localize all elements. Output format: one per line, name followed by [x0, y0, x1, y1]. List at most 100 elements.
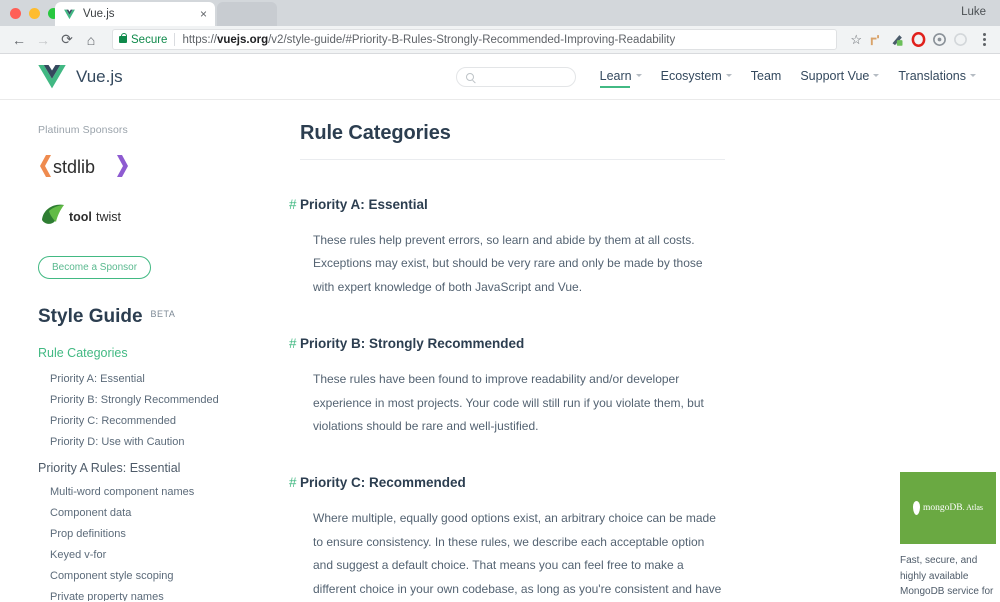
stdlib-logo: stdlib	[40, 155, 128, 177]
sidebar-item-prop-definitions[interactable]: Prop definitions	[38, 523, 240, 544]
anchor-link-icon[interactable]: #	[289, 336, 297, 351]
svg-text:tool: tool	[69, 210, 92, 224]
carbon-ad[interactable]: mongoDB. Atlas Fast, secure, and highly …	[900, 472, 1000, 601]
page-title: Rule Categories	[300, 122, 451, 144]
nav-item-label: Translations	[898, 68, 966, 83]
sidebar-item-priority-d-use-with-caution[interactable]: Priority D: Use with Caution	[38, 431, 240, 452]
nav-item-label: Team	[750, 68, 782, 83]
anchor-link-icon[interactable]: #	[289, 475, 297, 490]
site-header-right: Learn Ecosystem Team Support Vue Transla…	[455, 67, 976, 88]
url-path: /v2/style-guide/#Priority-B-Rules-Strong…	[268, 33, 676, 46]
title-divider	[300, 159, 725, 160]
site-brand-name: Vue.js	[76, 67, 123, 86]
sidebar-item-private-property-names[interactable]: Private property names	[38, 586, 240, 602]
section-heading-priority-a: # Priority A: Essential	[289, 197, 725, 212]
section-heading-label: Priority B: Strongly Recommended	[300, 336, 525, 352]
page-viewport: Vue.js Learn Ecosystem Team Support Vue …	[0, 55, 1000, 602]
browser-tab-inactive[interactable]	[217, 2, 277, 26]
security-label: Secure	[131, 33, 168, 46]
sidebar-nav: Rule Categories Priority A: Essential Pr…	[38, 346, 240, 601]
forward-button[interactable]: →	[32, 29, 54, 51]
sidebar-item-keyed-v-for[interactable]: Keyed v-for	[38, 544, 240, 565]
close-tab-button[interactable]: ×	[200, 8, 207, 20]
search-icon	[465, 73, 474, 81]
become-a-sponsor-button[interactable]: Become a Sponsor	[38, 256, 152, 279]
section-heading-label: Priority C: Recommended	[300, 475, 466, 491]
main-content: Rule Categories # Priority A: Essential T…	[260, 100, 1000, 601]
sidebar-item-multi-word-component-names[interactable]: Multi-word component names	[38, 481, 240, 502]
page-body: Platinum Sponsors stdlib tool twist Beco…	[0, 100, 1000, 601]
bookmark-star-icon[interactable]: ☆	[850, 32, 862, 48]
omnibox-divider	[174, 33, 176, 46]
article: Rule Categories # Priority A: Essential T…	[289, 122, 725, 601]
section-heading-priority-c: # Priority C: Recommended	[289, 475, 725, 491]
close-window-button[interactable]	[10, 8, 21, 19]
sidebar-guide-title: Style Guide BETA	[38, 306, 240, 328]
home-button[interactable]: ⌂	[80, 29, 102, 51]
address-bar[interactable]: Secure https://vuejs.org/v2/style-guide/…	[112, 29, 838, 50]
sidebar-item-component-data[interactable]: Component data	[38, 502, 240, 523]
tan-extension-icon[interactable]	[869, 32, 884, 47]
url-host: vuejs.org	[216, 33, 269, 46]
ad-description: Fast, secure, and highly available Mongo…	[900, 555, 994, 597]
vue-favicon	[64, 9, 75, 19]
vue-logo-icon	[38, 65, 66, 89]
sidebar-group-priority-a-rules[interactable]: Priority A Rules: Essential	[38, 461, 240, 475]
back-button[interactable]: ←	[8, 29, 30, 51]
nav-item-label: Ecosystem	[660, 68, 722, 83]
window-traffic-lights	[10, 8, 59, 19]
ad-product: . Atlas	[962, 503, 984, 512]
ad-brand: mongoDB	[922, 503, 963, 513]
section-heading-label: Priority A: Essential	[300, 197, 428, 212]
sidebar-item-priority-c-recommended[interactable]: Priority C: Recommended	[38, 410, 240, 431]
nav-item-label: Learn	[599, 68, 632, 83]
green-extension-icon[interactable]	[890, 32, 905, 47]
sponsor-logo-tooltwist[interactable]: tool twist	[38, 200, 240, 235]
chevron-down-icon	[635, 74, 642, 77]
section-heading-priority-b: # Priority B: Strongly Recommended	[289, 336, 725, 352]
guide-title-text: Style Guide	[38, 306, 143, 327]
search-box[interactable]	[455, 67, 576, 87]
browser-window: Vue.js × Luke ← → ⟳ ⌂ Secure https://vue…	[0, 0, 1000, 602]
nav-item-translations[interactable]: Translations	[898, 69, 976, 86]
tooltwist-logo: tool twist	[42, 204, 122, 224]
browser-titlebar: Vue.js × Luke	[0, 0, 1000, 26]
tab-title: Vue.js	[83, 8, 115, 20]
site-brand-link[interactable]: Vue.js	[38, 65, 123, 89]
anchor-link-icon[interactable]: #	[289, 197, 297, 212]
nav-item-ecosystem[interactable]: Ecosystem	[661, 69, 732, 86]
section-body-priority-a: These rules help prevent errors, so lear…	[313, 233, 703, 294]
site-header: Vue.js Learn Ecosystem Team Support Vue …	[0, 55, 1000, 100]
sponsor-logo-stdlib[interactable]: stdlib	[38, 152, 240, 185]
opera-extension-icon[interactable]	[911, 32, 926, 47]
gray-extension-icon[interactable]	[932, 32, 947, 47]
mongodb-leaf-icon	[912, 501, 920, 515]
sidebar-item-priority-a-essential[interactable]: Priority A: Essential	[38, 368, 240, 389]
url-text: https://vuejs.org/v2/style-guide/#Priori…	[182, 34, 675, 46]
url-scheme: https://	[182, 33, 217, 46]
nav-item-support-vue[interactable]: Support Vue	[800, 69, 880, 86]
sidebar-item-component-style-scoping[interactable]: Component style scoping	[38, 565, 240, 586]
site-nav: Learn Ecosystem Team Support Vue Transla…	[599, 68, 976, 88]
browser-tab-active[interactable]: Vue.js ×	[55, 2, 215, 26]
svg-text:twist: twist	[96, 210, 122, 224]
ad-brand-text: mongoDB. Atlas	[923, 503, 983, 513]
beta-badge: BETA	[150, 309, 176, 319]
reload-button[interactable]: ⟳	[56, 29, 78, 51]
sidebar: Platinum Sponsors stdlib tool twist Beco…	[0, 100, 260, 601]
sidebar-item-rule-categories[interactable]: Rule Categories	[38, 346, 240, 360]
faded-extension-icon[interactable]	[953, 32, 968, 47]
extension-icons	[869, 32, 970, 47]
minimize-window-button[interactable]	[29, 8, 40, 19]
chevron-down-icon	[970, 74, 976, 77]
search-input[interactable]	[478, 70, 566, 84]
chevron-down-icon	[873, 74, 880, 77]
nav-item-team[interactable]: Team	[751, 69, 782, 86]
chrome-menu-icon[interactable]	[976, 33, 992, 46]
lock-icon	[119, 32, 128, 43]
sidebar-item-priority-b-strongly-recommended[interactable]: Priority B: Strongly Recommended	[38, 389, 240, 410]
ad-image-mongodb-atlas[interactable]: mongoDB. Atlas	[900, 472, 996, 544]
browser-profile-name[interactable]: Luke	[961, 6, 986, 18]
tab-strip: Vue.js ×	[55, 2, 277, 26]
nav-item-learn[interactable]: Learn	[599, 68, 642, 88]
